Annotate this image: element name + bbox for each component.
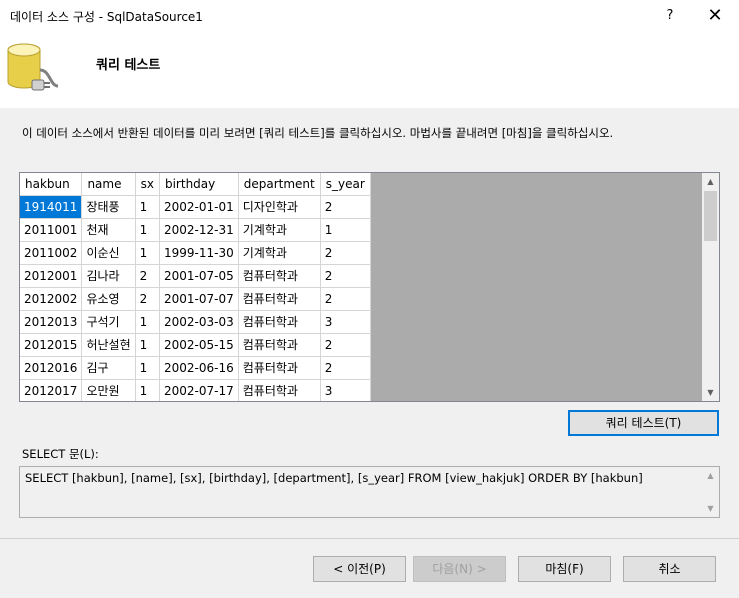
table-cell[interactable]: 2: [320, 333, 371, 357]
table-row[interactable]: 2012016 김구 1 2002-06-16 컴퓨터학과 2: [20, 356, 371, 380]
next-button[interactable]: 다음(N) >: [413, 556, 506, 582]
table-cell[interactable]: 김구: [81, 356, 136, 380]
scroll-thumb[interactable]: [704, 191, 717, 241]
table-cell[interactable]: 디자인학과: [238, 195, 321, 219]
column-header-name[interactable]: name: [81, 173, 136, 196]
table-cell[interactable]: 오만원: [81, 379, 136, 401]
prev-button[interactable]: < 이전(P): [313, 556, 406, 582]
table-cell[interactable]: 컴퓨터학과: [238, 379, 321, 401]
table-cell[interactable]: 2012015: [20, 333, 83, 357]
scroll-down-icon[interactable]: ▼: [702, 504, 719, 513]
table-cell[interactable]: 2002-07-17: [159, 379, 239, 401]
table-cell[interactable]: 2002-06-16: [159, 356, 239, 380]
table-cell[interactable]: 김나라: [81, 264, 136, 288]
scroll-up-icon[interactable]: ▲: [702, 471, 719, 480]
table-row[interactable]: 2011001 천재 1 2002-12-31 기계학과 1: [20, 218, 371, 242]
table-cell[interactable]: 1: [135, 195, 160, 219]
table-cell[interactable]: 1: [135, 379, 160, 401]
table-cell[interactable]: 2012001: [20, 264, 83, 288]
table-cell[interactable]: 기계학과: [238, 241, 321, 265]
table-row[interactable]: 2012015 허난설현 1 2002-05-15 컴퓨터학과 2: [20, 333, 371, 357]
sql-scrollbar[interactable]: ▲ ▼: [702, 467, 719, 517]
column-header-hakbun[interactable]: hakbun: [20, 173, 83, 196]
table-cell[interactable]: 컴퓨터학과: [238, 287, 321, 311]
wizard-header: 쿼리 테스트: [0, 32, 739, 108]
table-row[interactable]: 2012013 구석기 1 2002-03-03 컴퓨터학과 3: [20, 310, 371, 334]
select-statement-label: SELECT 문(L):: [22, 447, 99, 461]
table-cell[interactable]: 2: [320, 195, 371, 219]
footer-divider: [0, 538, 739, 539]
table-cell[interactable]: 2: [135, 287, 160, 311]
window-title: 데이터 소스 구성 - SqlDataSource1: [10, 10, 203, 24]
table-row[interactable]: 2012017 오만원 1 2002-07-17 컴퓨터학과 3: [20, 379, 371, 401]
table-cell[interactable]: 유소영: [81, 287, 136, 311]
table-cell[interactable]: 3: [320, 310, 371, 334]
cancel-button[interactable]: 취소: [623, 556, 716, 582]
table-cell[interactable]: 2012013: [20, 310, 83, 334]
table-cell[interactable]: 2: [320, 356, 371, 380]
table-cell[interactable]: 2002-05-15: [159, 333, 239, 357]
table-cell[interactable]: 천재: [81, 218, 136, 242]
table-cell[interactable]: 2: [135, 264, 160, 288]
database-icon: [7, 43, 59, 91]
table-row[interactable]: 1914011 장태풍 1 2002-01-01 디자인학과 2: [20, 195, 371, 219]
table-row[interactable]: 2012001 김나라 2 2001-07-05 컴퓨터학과 2: [20, 264, 371, 288]
table-cell[interactable]: 컴퓨터학과: [238, 310, 321, 334]
table-cell[interactable]: 2: [320, 241, 371, 265]
query-results-grid[interactable]: hakbun name sx birthday department s_year 191…: [19, 172, 720, 402]
table-cell[interactable]: 1: [135, 310, 160, 334]
table-cell[interactable]: 2002-12-31: [159, 218, 239, 242]
select-statement-text: SELECT [hakbun], [name], [sx], [birthday…: [25, 471, 643, 485]
column-header-department[interactable]: department: [238, 173, 321, 196]
scroll-up-icon[interactable]: ▲: [702, 173, 719, 190]
column-header-birthday[interactable]: birthday: [159, 173, 239, 196]
table-cell[interactable]: 2012002: [20, 287, 83, 311]
table-cell[interactable]: 2011002: [20, 241, 83, 265]
table-cell[interactable]: 컴퓨터학과: [238, 333, 321, 357]
table-cell[interactable]: 2: [320, 287, 371, 311]
help-button[interactable]: ?: [658, 4, 682, 28]
table-row[interactable]: 2012002 유소영 2 2001-07-07 컴퓨터학과 2: [20, 287, 371, 311]
table-cell[interactable]: 1: [135, 333, 160, 357]
table-cell[interactable]: 2011001: [20, 218, 83, 242]
table-cell[interactable]: 컴퓨터학과: [238, 356, 321, 380]
table-cell[interactable]: 1914011: [20, 195, 83, 219]
table-cell[interactable]: 2012017: [20, 379, 83, 401]
table-cell[interactable]: 1: [135, 218, 160, 242]
table-cell[interactable]: 2001-07-07: [159, 287, 239, 311]
table-cell[interactable]: 2002-03-03: [159, 310, 239, 334]
table-cell[interactable]: 1999-11-30: [159, 241, 239, 265]
close-button[interactable]: ✕: [700, 2, 730, 30]
finish-button[interactable]: 마침(F): [518, 556, 611, 582]
column-header-sx[interactable]: sx: [135, 173, 160, 196]
table-cell[interactable]: 1: [135, 241, 160, 265]
scroll-down-icon[interactable]: ▼: [702, 384, 719, 401]
grid-vertical-scrollbar[interactable]: ▲ ▼: [702, 173, 719, 401]
select-statement-box[interactable]: SELECT [hakbun], [name], [sx], [birthday…: [19, 466, 720, 518]
table-cell[interactable]: 허난설현: [81, 333, 136, 357]
table-row[interactable]: 2011002 이순신 1 1999-11-30 기계학과 2: [20, 241, 371, 265]
table-cell[interactable]: 컴퓨터학과: [238, 264, 321, 288]
table-cell[interactable]: 구석기: [81, 310, 136, 334]
title-bar: 데이터 소스 구성 - SqlDataSource1 ? ✕: [0, 0, 739, 32]
page-title: 쿼리 테스트: [96, 58, 161, 73]
table-cell[interactable]: 1: [135, 356, 160, 380]
instructions-text: 이 데이터 소스에서 반환된 데이터를 미리 보려면 [쿼리 테스트]를 클릭하…: [22, 126, 614, 140]
table-cell[interactable]: 기계학과: [238, 218, 321, 242]
results-table: hakbun name sx birthday department s_year 191…: [20, 173, 371, 401]
table-cell[interactable]: 이순신: [81, 241, 136, 265]
test-query-button[interactable]: 쿼리 테스트(T): [568, 410, 719, 436]
table-cell[interactable]: 2: [320, 264, 371, 288]
table-cell[interactable]: 장태풍: [81, 195, 136, 219]
table-cell[interactable]: 1: [320, 218, 371, 242]
table-cell[interactable]: 2001-07-05: [159, 264, 239, 288]
table-cell[interactable]: 2002-01-01: [159, 195, 239, 219]
table-cell[interactable]: 3: [320, 379, 371, 401]
table-cell[interactable]: 2012016: [20, 356, 83, 380]
column-header-s_year[interactable]: s_year: [320, 173, 371, 196]
